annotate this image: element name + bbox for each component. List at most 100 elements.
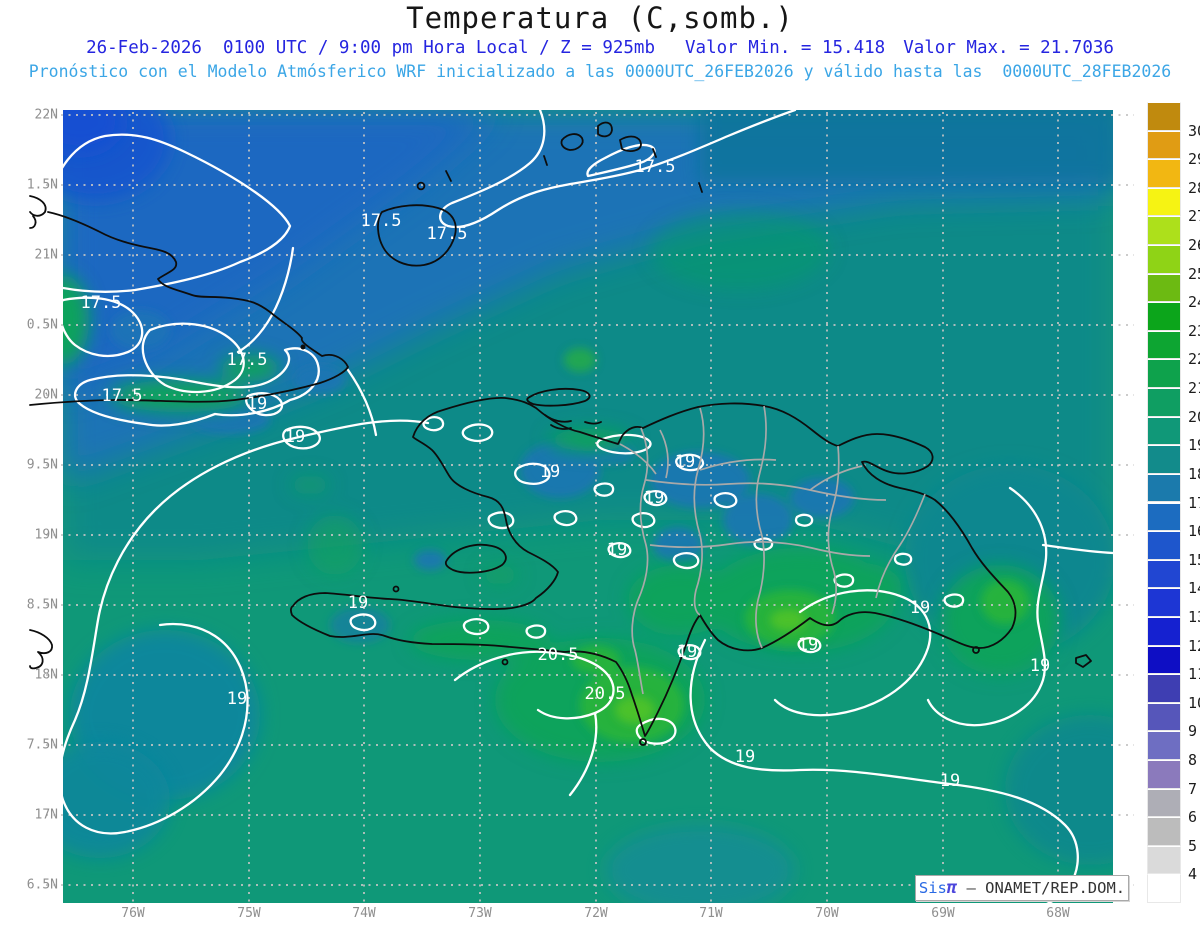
y-tick-label: 6.5N — [0, 878, 58, 893]
y-tick-label: 9.5N — [0, 458, 58, 473]
colorbar-segment — [1147, 417, 1181, 446]
contour-label-17.5: 17.5 — [102, 386, 143, 406]
x-tick-label: 68W — [1046, 906, 1069, 921]
colorbar-value-label: 10 — [1188, 694, 1200, 712]
contour-label-19: 19 — [798, 635, 818, 655]
x-tick-label: 72W — [584, 906, 607, 921]
y-tick-label: 17N — [0, 808, 58, 823]
colorbar-segment — [1147, 359, 1181, 388]
y-tick-label: 18N — [0, 668, 58, 683]
colorbar-segment — [1147, 731, 1181, 760]
contour-label-19: 19 — [285, 427, 305, 447]
y-tick-label: 19N — [0, 528, 58, 543]
colorbar-value-label: 24 — [1188, 293, 1200, 311]
x-tick-label: 73W — [468, 906, 491, 921]
colorbar-value-label: 5 — [1188, 837, 1197, 855]
colorbar-segment — [1147, 874, 1181, 903]
sispi-logo-text: Sis — [919, 879, 947, 897]
colorbar-segment — [1147, 560, 1181, 589]
colorbar-segment — [1147, 245, 1181, 274]
colorbar-value-label: 4 — [1188, 865, 1197, 883]
pi-icon: π — [947, 878, 957, 898]
contour-label-20.5: 20.5 — [538, 645, 579, 665]
colorbar-segment — [1147, 617, 1181, 646]
colorbar-value-label: 16 — [1188, 522, 1200, 540]
colorbar-segment — [1147, 445, 1181, 474]
contour-label-19: 19 — [607, 540, 627, 560]
contour-label-17.5: 17.5 — [635, 157, 676, 177]
colorbar-value-label: 20 — [1188, 408, 1200, 426]
watermark-dash: – — [957, 879, 985, 897]
colorbar-segment — [1147, 531, 1181, 560]
y-tick-label: 0.5N — [0, 318, 58, 333]
contour-label-17.5: 17.5 — [227, 350, 268, 370]
colorbar-segment — [1147, 503, 1181, 532]
contour-label-17.5: 17.5 — [81, 293, 122, 313]
colorbar-segment — [1147, 102, 1181, 131]
colorbar-value-label: 25 — [1188, 265, 1200, 283]
contour-label-19: 19 — [675, 452, 695, 472]
temperature-colorbar — [1147, 102, 1181, 903]
colorbar-value-label: 15 — [1188, 551, 1200, 569]
temperature-shading — [20, 80, 1175, 915]
colorbar-value-label: 14 — [1188, 579, 1200, 597]
x-tick-label: 70W — [815, 906, 838, 921]
sispi-onamet-watermark: Sisπ – ONAMET/REP.DOM. — [915, 875, 1129, 901]
colorbar-segment — [1147, 188, 1181, 217]
colorbar-value-label: 28 — [1188, 179, 1200, 197]
colorbar-segment — [1147, 588, 1181, 617]
y-tick-label: 20N — [0, 388, 58, 403]
colorbar-value-label: 9 — [1188, 722, 1197, 740]
colorbar-value-label: 8 — [1188, 751, 1197, 769]
colorbar-segment — [1147, 674, 1181, 703]
x-tick-label: 76W — [121, 906, 144, 921]
colorbar-value-label: 26 — [1188, 236, 1200, 254]
contour-label-19: 19 — [227, 689, 247, 709]
colorbar-value-label: 22 — [1188, 350, 1200, 368]
weather-map-page: Temperatura (C,somb.) 26-Feb-2026 0100 U… — [0, 0, 1200, 927]
colorbar-segment — [1147, 789, 1181, 818]
colorbar-segment — [1147, 159, 1181, 188]
contour-label-19: 19 — [540, 462, 560, 482]
x-tick-label: 74W — [352, 906, 375, 921]
contour-label-19: 19 — [1030, 656, 1050, 676]
colorbar-segment — [1147, 388, 1181, 417]
contour-label-20.5: 20.5 — [585, 684, 626, 704]
colorbar-segment — [1147, 760, 1181, 789]
x-tick-label: 71W — [699, 906, 722, 921]
contour-label-17.5: 17.5 — [427, 224, 468, 244]
colorbar-segment — [1147, 302, 1181, 331]
x-tick-label: 75W — [237, 906, 260, 921]
colorbar-segment — [1147, 817, 1181, 846]
colorbar-value-label: 29 — [1188, 150, 1200, 168]
y-tick-label: 21N — [0, 248, 58, 263]
contour-label-19: 19 — [940, 771, 960, 791]
y-tick-label: 7.5N — [0, 738, 58, 753]
x-tick-label: 69W — [931, 906, 954, 921]
colorbar-value-label: 19 — [1188, 436, 1200, 454]
colorbar-segment — [1147, 474, 1181, 503]
colorbar-value-label: 7 — [1188, 780, 1197, 798]
colorbar-value-label: 17 — [1188, 494, 1200, 512]
colorbar-value-label: 30 — [1188, 122, 1200, 140]
contour-label-17.5: 17.5 — [361, 211, 402, 231]
map-canvas — [0, 0, 1200, 927]
colorbar-segment — [1147, 646, 1181, 675]
contour-label-19: 19 — [735, 747, 755, 767]
colorbar-value-label: 11 — [1188, 665, 1200, 683]
contour-label-19: 19 — [677, 642, 697, 662]
colorbar-segment — [1147, 846, 1181, 875]
colorbar-value-label: 21 — [1188, 379, 1200, 397]
colorbar-segment — [1147, 703, 1181, 732]
colorbar-segment — [1147, 274, 1181, 303]
colorbar-segment — [1147, 131, 1181, 160]
contour-label-19: 19 — [247, 394, 267, 414]
colorbar-value-label: 23 — [1188, 322, 1200, 340]
colorbar-segment — [1147, 216, 1181, 245]
contour-label-19: 19 — [910, 598, 930, 618]
colorbar-value-label: 27 — [1188, 207, 1200, 225]
colorbar-segment — [1147, 331, 1181, 360]
y-tick-label: 8.5N — [0, 598, 58, 613]
colorbar-value-label: 18 — [1188, 465, 1200, 483]
colorbar-value-label: 6 — [1188, 808, 1197, 826]
